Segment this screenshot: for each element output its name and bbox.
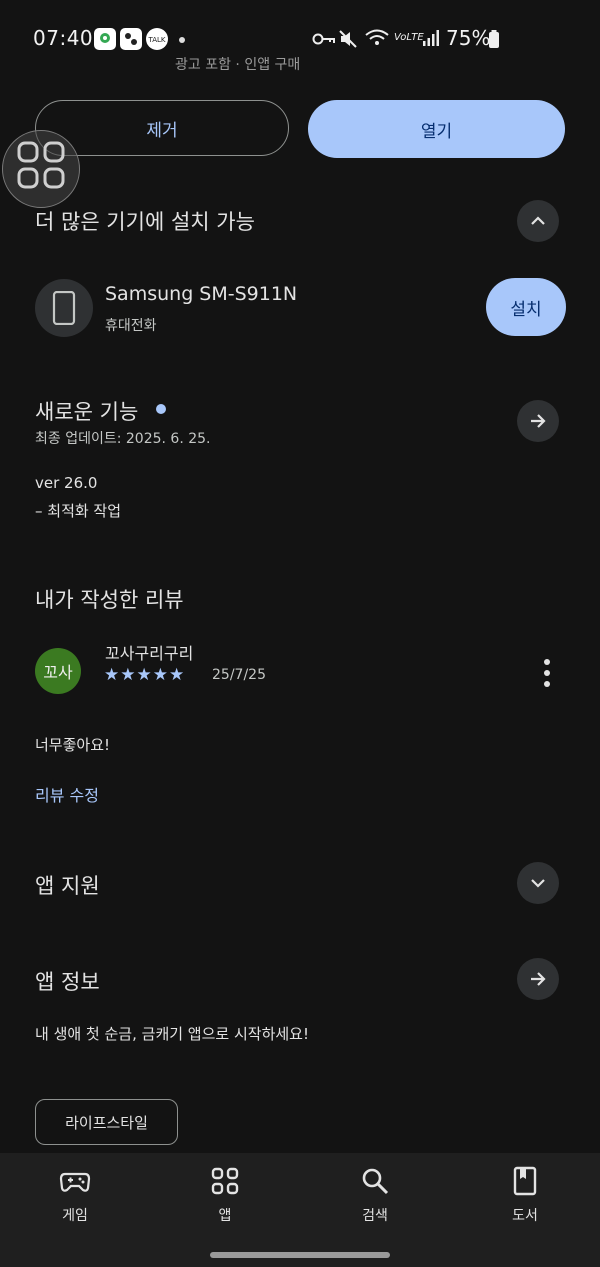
version-text: ver 26.0 xyxy=(35,474,98,492)
signal-icon xyxy=(422,29,440,51)
gesture-handle[interactable] xyxy=(210,1252,390,1258)
review-date: 25/7/25 xyxy=(212,667,266,683)
phone-device-icon xyxy=(35,279,93,337)
whats-new-title: 새로운 기능 xyxy=(35,400,139,424)
open-button[interactable]: 열기 xyxy=(308,100,565,158)
chevron-down-icon xyxy=(531,879,545,888)
app-icon xyxy=(120,28,142,50)
my-review-title: 내가 작성한 리뷰 xyxy=(35,588,184,612)
app-support-expand-button[interactable] xyxy=(517,862,559,904)
battery-level: 75% xyxy=(446,26,491,50)
nav-label-search: 검색 xyxy=(362,1208,388,1224)
update-note: – 최적화 작업 xyxy=(35,502,122,520)
app-info-title: 앱 정보 xyxy=(35,970,100,994)
app-info-arrow-button[interactable] xyxy=(517,958,559,1000)
review-text: 너무좋아요! xyxy=(35,736,111,754)
assistive-menu-button[interactable] xyxy=(2,130,80,208)
nav-item-apps[interactable]: 앱 xyxy=(180,1165,270,1245)
wifi-icon xyxy=(364,28,390,52)
nav-item-books[interactable]: 도서 xyxy=(480,1165,570,1245)
apps-grid-icon xyxy=(211,1167,239,1195)
app-support-title: 앱 지원 xyxy=(35,874,100,898)
device-type: 휴대전화 xyxy=(105,318,157,334)
last-updated: 최종 업데이트: 2025. 6. 25. xyxy=(35,431,211,447)
new-indicator-dot xyxy=(156,404,166,414)
talk-icon: TALK xyxy=(146,28,168,50)
more-devices-title: 더 많은 기기에 설치 가능 xyxy=(35,210,255,234)
nav-item-search[interactable]: 검색 xyxy=(330,1165,420,1245)
arrow-right-icon xyxy=(531,414,546,428)
nav-label-apps: 앱 xyxy=(218,1208,232,1224)
device-name: Samsung SM-S911N xyxy=(105,283,298,305)
status-time: 07:40 xyxy=(33,26,94,50)
svg-text:TALK: TALK xyxy=(147,36,165,44)
star-rating: ★★★★★ xyxy=(104,665,186,685)
whats-new-arrow-button[interactable] xyxy=(517,400,559,442)
more-vert-icon xyxy=(544,659,550,687)
chevron-up-icon xyxy=(531,216,545,225)
reviewer-name: 꼬사구리구리 xyxy=(105,644,194,663)
volte-icon: VoLTE xyxy=(394,32,424,43)
category-chip[interactable]: 라이프스타일 xyxy=(35,1099,178,1145)
search-icon xyxy=(362,1168,389,1195)
edit-review-link[interactable]: 리뷰 수정 xyxy=(35,782,99,806)
nav-item-games[interactable]: 게임 xyxy=(30,1165,120,1245)
mute-icon xyxy=(338,29,358,53)
maps-icon xyxy=(94,28,116,50)
nav-label-games: 게임 xyxy=(62,1208,88,1224)
app-meta-text: 광고 포함 · 인앱 구매 xyxy=(175,57,301,72)
notification-dot xyxy=(179,37,185,43)
book-icon xyxy=(513,1166,537,1196)
apps-grid-icon xyxy=(17,141,65,189)
battery-icon xyxy=(488,30,500,52)
gamepad-icon xyxy=(59,1172,91,1192)
key-icon xyxy=(312,31,336,51)
arrow-right-icon xyxy=(531,972,546,986)
install-button[interactable]: 설치 xyxy=(486,278,566,336)
nav-label-books: 도서 xyxy=(512,1208,538,1224)
avatar: 꼬사 xyxy=(35,648,81,694)
collapse-button[interactable] xyxy=(517,200,559,242)
app-description: 내 생애 첫 순금, 금캐기 앱으로 시작하세요! xyxy=(35,1025,309,1043)
more-options-button[interactable] xyxy=(532,656,562,690)
